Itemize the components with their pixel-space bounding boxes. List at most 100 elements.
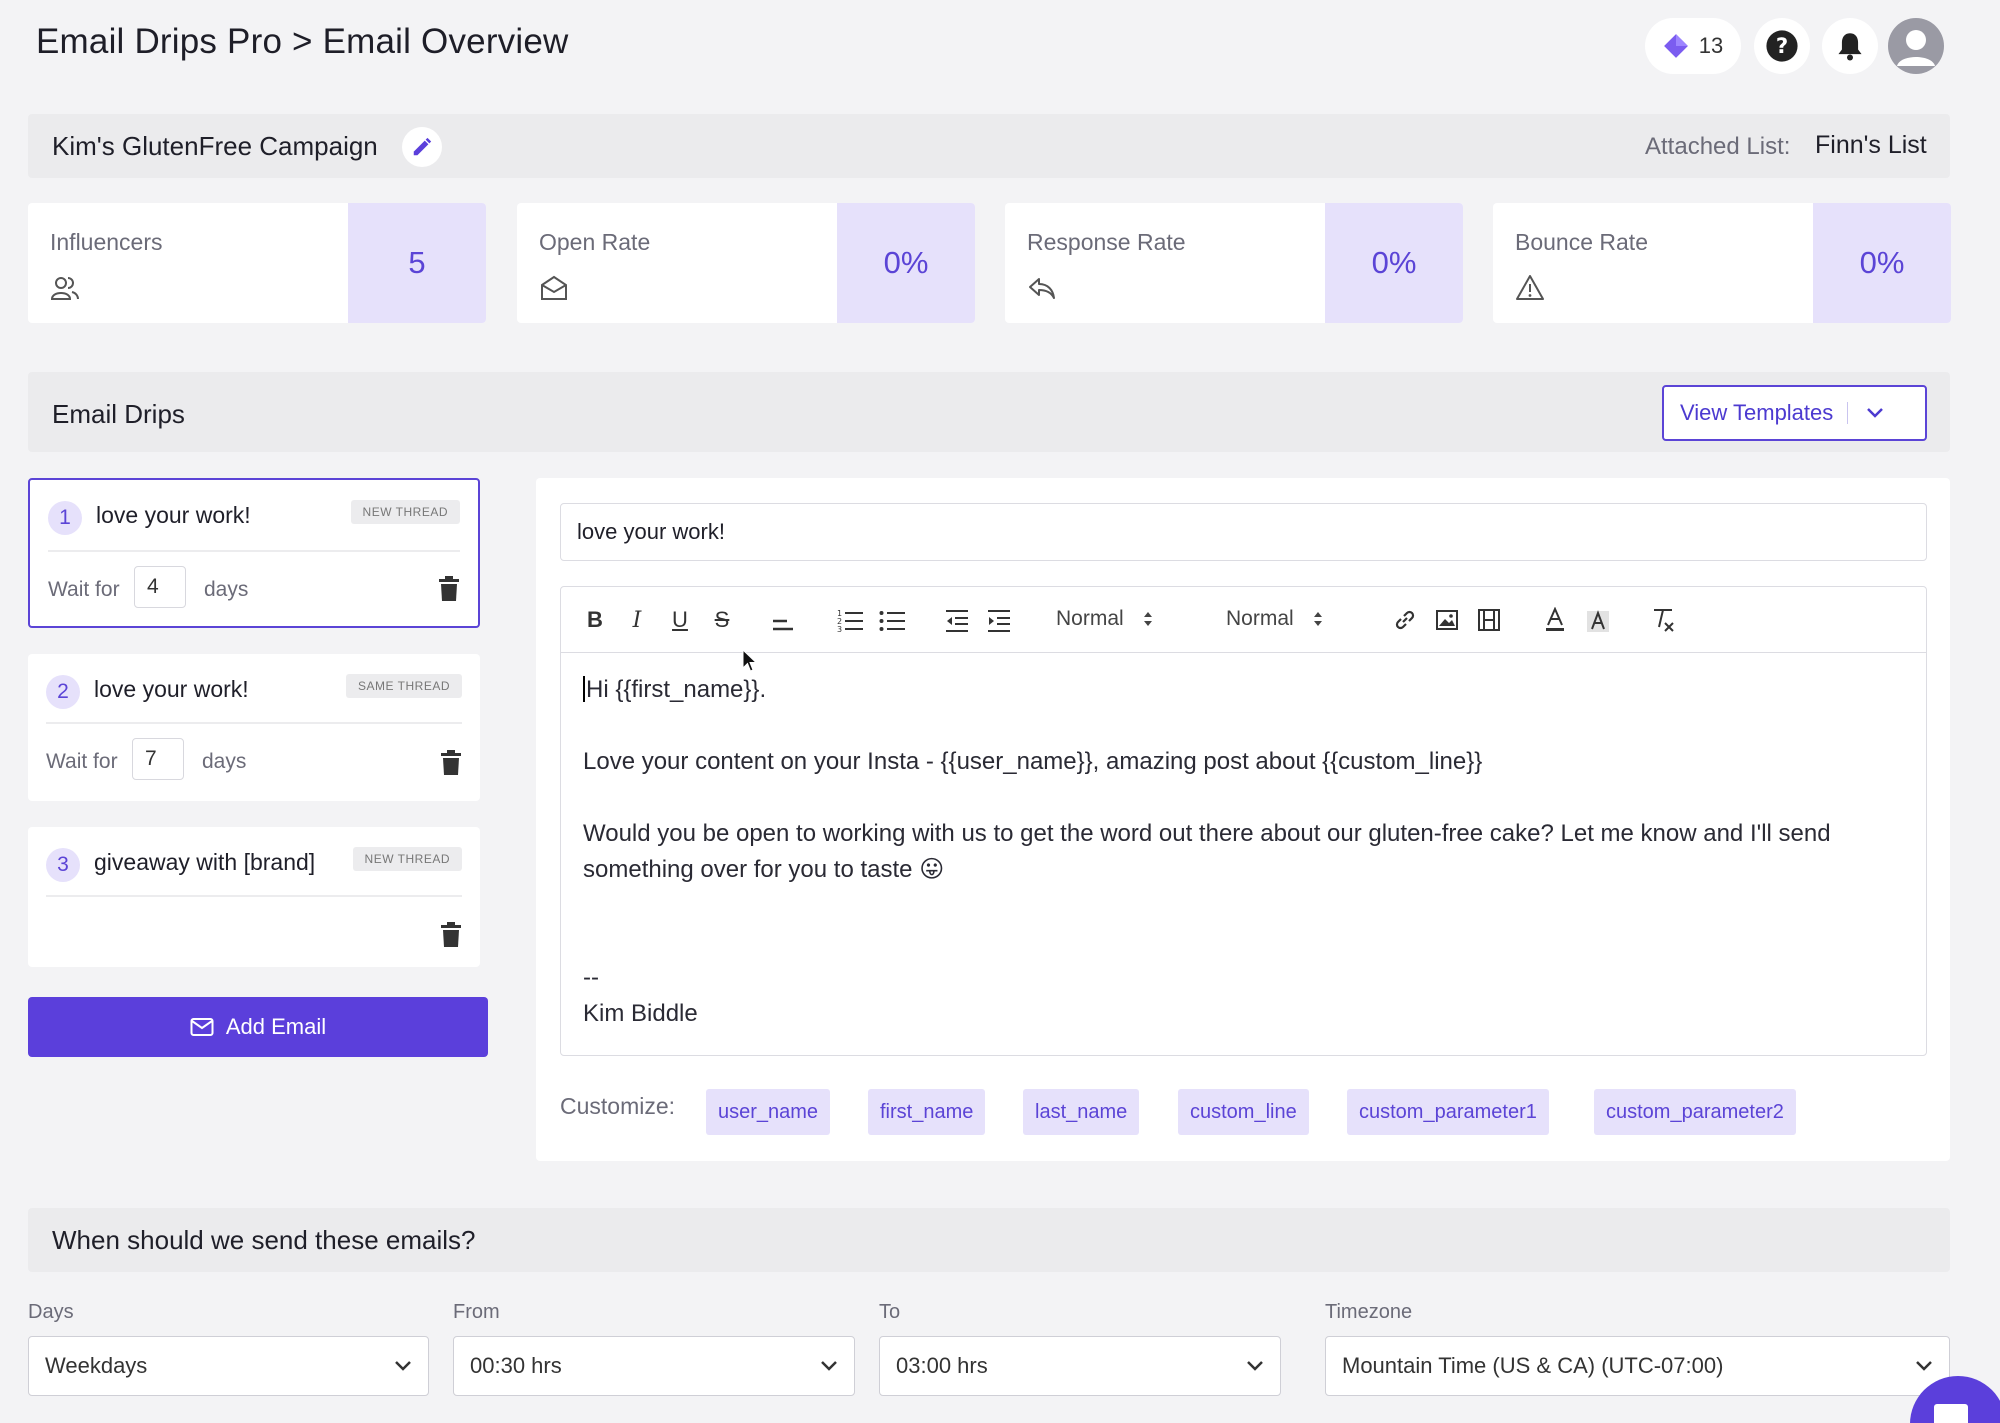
ordered-list-icon[interactable]: 1 2 3 [837, 607, 863, 633]
days-select[interactable]: Weekdays [28, 1336, 429, 1396]
from-time-select[interactable]: 00:30 hrs [453, 1336, 855, 1396]
to-field-label: To [879, 1301, 901, 1323]
align-left-icon[interactable] [771, 607, 795, 633]
bullet-list-icon[interactable] [879, 607, 905, 633]
merge-tag-chip[interactable]: custom_line [1178, 1089, 1309, 1135]
outdent-icon[interactable] [944, 607, 970, 633]
users-icon [50, 277, 79, 300]
timezone-field-label: Timezone [1325, 1301, 1413, 1323]
user-icon [1897, 30, 1935, 66]
divider [46, 722, 462, 724]
stat-card-influencers: Influencers 5 [28, 203, 486, 323]
drip-thread-tag: NEW THREAD [350, 500, 460, 524]
bold-icon[interactable]: B [583, 607, 607, 633]
days-field-label: Days [28, 1301, 74, 1323]
stat-value: 0% [837, 203, 975, 323]
clear-format-icon[interactable] [1651, 607, 1675, 633]
reply-icon [1029, 278, 1055, 299]
body-greeting-line: Hi {{first_name}}. [583, 672, 1913, 708]
drip-subject: love your work! [96, 502, 251, 528]
days-select-value: Weekdays [45, 1353, 148, 1378]
timezone-select[interactable]: Mountain Time (US & CA) (UTC-07:00) [1325, 1336, 1950, 1396]
body-paragraph: Would you be open to working with us to … [583, 816, 1913, 888]
drip-subject: giveaway with [brand] [94, 849, 316, 875]
drip-number: 3 [46, 848, 80, 882]
link-icon[interactable] [1393, 607, 1417, 633]
drip-thread-tag: SAME THREAD [346, 674, 462, 698]
chevron-down-icon [1916, 1361, 1932, 1371]
help-icon: ? [1766, 30, 1798, 62]
mouse-cursor-icon [742, 649, 758, 672]
to-time-select[interactable]: 03:00 hrs [879, 1336, 1281, 1396]
drip-item[interactable]: 3 giveaway with [brand] NEW THREAD [28, 827, 480, 967]
schedule-title: When should we send these emails? [52, 1225, 476, 1255]
signature-separator: -- [583, 964, 599, 991]
trash-icon[interactable] [440, 750, 462, 776]
sort-arrows-icon [1143, 612, 1152, 626]
view-templates-label: View Templates [1680, 400, 1834, 425]
bell-icon [1838, 33, 1862, 61]
chevron-down-icon [1867, 408, 1884, 418]
wait-label: Wait for [46, 750, 118, 773]
email-drips-title: Email Drips [52, 399, 185, 429]
drip-item[interactable]: 1 love your work! NEW THREAD Wait for 4 … [28, 478, 480, 628]
trash-icon[interactable] [438, 576, 460, 602]
timezone-value: Mountain Time (US & CA) (UTC-07:00) [1342, 1353, 1724, 1378]
user-avatar[interactable] [1888, 18, 1944, 74]
font-size-select[interactable]: Normal [1226, 607, 1324, 631]
merge-tag-chip[interactable]: first_name [868, 1089, 986, 1135]
chevron-down-icon [821, 1361, 837, 1371]
merge-tag-chip[interactable]: last_name [1023, 1089, 1140, 1135]
credits-badge[interactable]: 13 [1645, 18, 1741, 74]
drip-number: 1 [48, 501, 82, 535]
edit-campaign-button[interactable] [402, 127, 442, 167]
merge-tag-chip[interactable]: user_name [706, 1089, 831, 1135]
wait-days-input[interactable]: 7 [132, 738, 184, 780]
chevron-down-icon [395, 1361, 411, 1371]
emoji: 😛 [919, 856, 945, 883]
trash-icon[interactable] [440, 922, 462, 948]
separator [1847, 402, 1849, 424]
merge-tag-chip[interactable]: custom_parameter2 [1594, 1089, 1796, 1135]
subject-input[interactable]: love your work! [560, 503, 1927, 561]
add-email-label: Add Email [225, 1014, 327, 1039]
indent-icon[interactable] [986, 607, 1012, 633]
chat-icon [1934, 1404, 1968, 1423]
italic-icon[interactable]: I [625, 607, 649, 633]
credits-count: 13 [1698, 33, 1724, 58]
divider [46, 895, 462, 897]
stat-value: 0% [1325, 203, 1463, 323]
stat-value: 5 [348, 203, 486, 323]
image-icon[interactable] [1435, 607, 1459, 633]
warning-icon [1516, 275, 1544, 300]
background-color-icon[interactable] [1586, 607, 1610, 633]
add-email-button[interactable]: Add Email [28, 997, 488, 1057]
svg-text:?: ? [1776, 34, 1788, 59]
body-line: Would you be open to working with us to … [583, 820, 1831, 883]
body-greeting: Hi {{first_name}}. [586, 676, 767, 703]
wait-days-input[interactable]: 4 [134, 566, 186, 608]
sort-arrows-icon [1313, 612, 1322, 626]
stat-label: Open Rate [539, 229, 651, 255]
notifications-button[interactable] [1822, 18, 1878, 74]
underline-icon[interactable]: U [668, 607, 692, 633]
drip-item[interactable]: 2 love your work! SAME THREAD Wait for 7… [28, 654, 480, 801]
font-color-icon[interactable] [1544, 607, 1566, 633]
help-button[interactable]: ? [1754, 18, 1810, 74]
svg-text:3: 3 [837, 625, 842, 633]
font-size-value: Normal [1226, 607, 1294, 630]
strikethrough-icon[interactable]: S [710, 607, 734, 633]
video-icon[interactable] [1477, 607, 1501, 633]
email-body[interactable]: Hi {{first_name}}. Love your content on … [583, 672, 1913, 1032]
days-label: days [202, 750, 247, 773]
header-format-select[interactable]: Normal [1056, 607, 1154, 631]
from-time-value: 00:30 hrs [470, 1353, 562, 1378]
view-templates-button[interactable]: View Templates [1662, 385, 1927, 441]
stat-label: Response Rate [1027, 229, 1186, 255]
body-line: Love your content on your Insta - {{user… [583, 748, 1483, 775]
merge-tag-chip[interactable]: custom_parameter1 [1347, 1089, 1549, 1135]
page-title: Email Drips Pro > Email Overview [36, 22, 569, 61]
